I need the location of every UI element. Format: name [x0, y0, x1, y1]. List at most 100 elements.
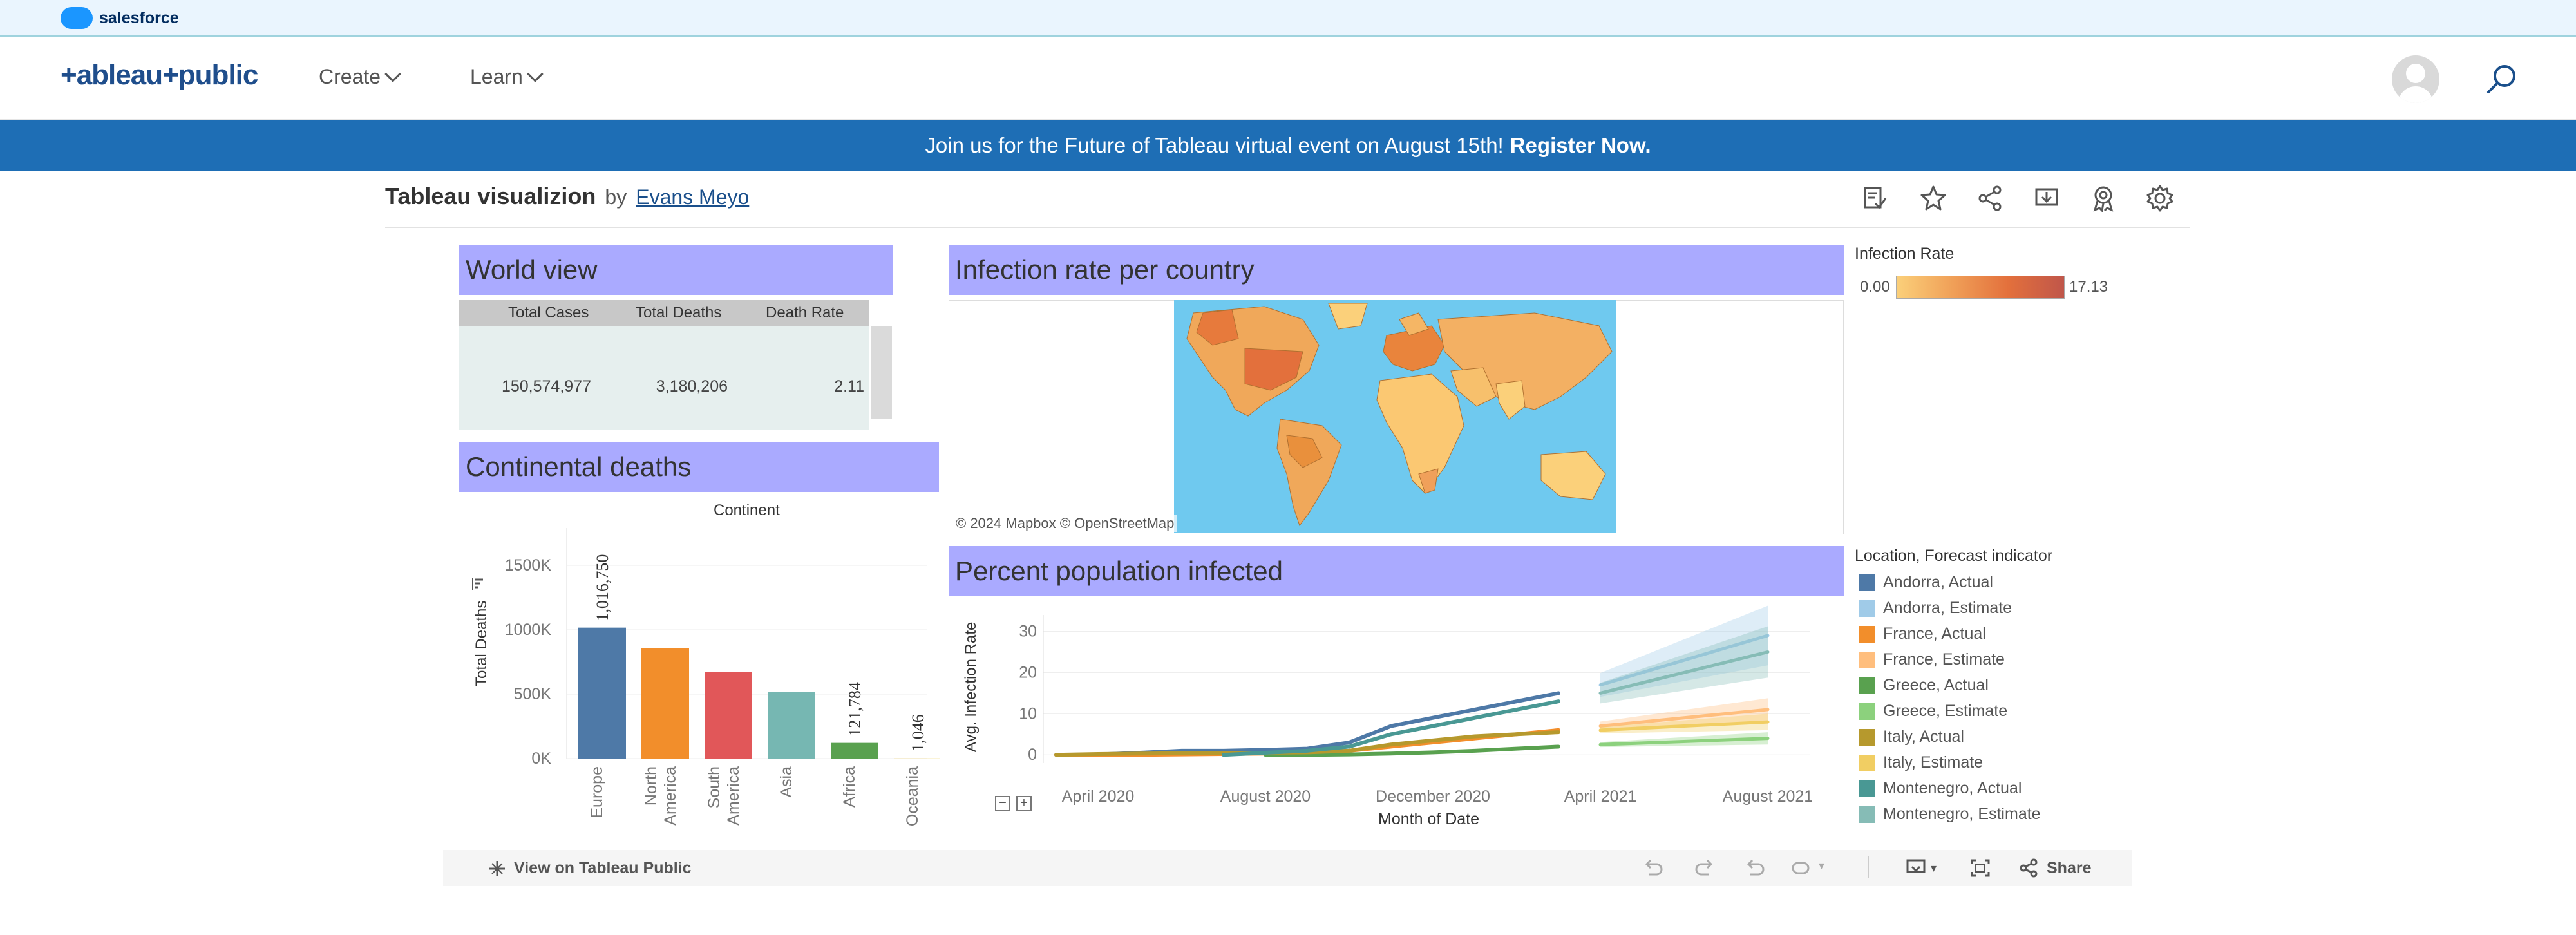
salesforce-bar	[0, 0, 2576, 37]
zoom-in-button[interactable]: +	[1016, 796, 1032, 811]
fullscreen-icon[interactable]	[1969, 858, 1991, 878]
viz-title-row: Tableau visualizion by Evans Meyo	[385, 183, 749, 210]
legend-swatch	[1859, 703, 1875, 720]
chevron-down-icon	[384, 65, 401, 82]
world-map-graphic	[1186, 303, 1613, 527]
redo-icon[interactable]	[1694, 858, 1716, 878]
legend-swatch	[1859, 651, 1875, 668]
legend-label: France, Estimate	[1883, 650, 2005, 668]
x-tick-label: December 2020	[1376, 788, 1490, 806]
x-tick-label: April 2021	[1564, 788, 1637, 806]
infection-rate-title: Infection rate per country	[949, 245, 1844, 295]
continental-deaths-title: Continental deaths	[459, 442, 939, 492]
nav-create[interactable]: Create	[319, 65, 401, 89]
salesforce-cloud-icon	[61, 7, 93, 29]
location-legend-title: Location, Forecast indicator	[1855, 547, 2053, 565]
x-tick-label: Africa	[840, 766, 858, 808]
table-scrollbar[interactable]	[871, 326, 892, 419]
continental-deaths-chart: 1500K1000K500K0K1,016,750Europe North Amer…	[505, 528, 940, 826]
register-now-link[interactable]: Register Now.	[1510, 133, 1651, 158]
user-avatar[interactable]	[2392, 55, 2439, 103]
sort-icon[interactable]	[470, 576, 484, 592]
legend-item[interactable]: Greece, Actual	[1859, 676, 1989, 695]
world-view-header: Total Cases Total Deaths Death Rate	[459, 300, 869, 326]
data-details-icon[interactable]	[1860, 184, 1888, 212]
total-deaths-axis-label: Total Deaths	[473, 600, 490, 686]
series-line-andorra-actual	[1054, 691, 1560, 757]
gear-icon[interactable]	[2146, 184, 2174, 212]
legend-label: Italy, Estimate	[1883, 753, 1984, 771]
y-tick-label: 0	[1028, 746, 1037, 764]
refresh-dropdown-caret[interactable]: ▾	[1819, 859, 1824, 873]
world-map[interactable]	[1174, 300, 1616, 533]
col-total-deaths: Total Deaths	[636, 304, 722, 321]
bar-north-america	[641, 648, 689, 759]
x-tick-label: August 2021	[1723, 788, 1813, 806]
x-tick-label: Oceania	[904, 766, 922, 826]
legend-swatch	[1859, 600, 1875, 617]
refresh-icon[interactable]	[1790, 858, 1812, 878]
nav-create-label: Create	[319, 65, 381, 88]
download-icon[interactable]	[2032, 184, 2061, 212]
divider	[385, 227, 2190, 228]
col-total-cases: Total Cases	[508, 304, 589, 321]
y-tick-label: 500K	[514, 685, 552, 703]
salesforce-logo[interactable]: salesforce	[61, 6, 179, 30]
share-button[interactable]: Share	[2018, 858, 2091, 878]
y-tick-label: 0K	[531, 750, 551, 768]
legend-swatch	[1859, 806, 1875, 823]
legend-swatch	[1859, 574, 1875, 591]
legend-item[interactable]: Andorra, Estimate	[1859, 599, 2012, 618]
zoom-out-button[interactable]: −	[995, 796, 1010, 811]
legend-item[interactable]: Andorra, Actual	[1859, 573, 1993, 592]
world-view-title: World view	[459, 245, 893, 295]
legend-item[interactable]: Italy, Actual	[1859, 728, 1964, 746]
y-tick-label: 1500K	[505, 556, 552, 574]
legend-item[interactable]: Italy, Estimate	[1859, 753, 1983, 772]
legend-label: Italy, Actual	[1883, 728, 1964, 746]
y-tick-label: 1000K	[505, 621, 552, 639]
value-total-cases: 150,574,977	[501, 377, 591, 395]
nav-learn[interactable]: Learn	[470, 65, 544, 89]
tableau-public-logo[interactable]: +ableau+public	[61, 59, 258, 91]
legend-swatch	[1859, 677, 1875, 694]
legend-label: Greece, Actual	[1883, 676, 1989, 694]
legend-item[interactable]: France, Estimate	[1859, 650, 2005, 669]
tableau-icon	[489, 860, 505, 876]
map-credit: © 2024 Mapbox © OpenStreetMap	[953, 515, 1177, 532]
download-menu[interactable]: ▾	[1905, 858, 1937, 878]
legend-swatch	[1859, 728, 1875, 746]
legend-item[interactable]: Montenegro, Actual	[1859, 779, 2022, 798]
search-icon[interactable]	[2485, 62, 2519, 97]
share-icon[interactable]	[1976, 184, 2004, 212]
y-tick-label: 30	[1019, 623, 1037, 641]
undo-icon[interactable]	[1642, 858, 1664, 878]
bar-asia	[768, 692, 815, 759]
author-link[interactable]: Evans Meyo	[636, 185, 749, 209]
nav-learn-label: Learn	[470, 65, 523, 88]
legend-item[interactable]: Montenegro, Estimate	[1859, 805, 2041, 824]
x-tick-label: Europe	[588, 766, 606, 818]
percent-infected-title: Percent population infected	[949, 546, 1844, 596]
x-tick-label: America	[661, 766, 679, 826]
legend-swatch	[1859, 780, 1875, 797]
bar-africa	[831, 742, 878, 759]
x-tick-label: April 2020	[1062, 788, 1135, 806]
value-total-deaths: 3,180,206	[656, 377, 728, 395]
view-on-tableau-public[interactable]: View on Tableau Public	[488, 859, 692, 878]
x-tick-label: Asia	[777, 766, 795, 798]
announcement-banner: Join us for the Future of Tableau virtua…	[0, 120, 2576, 171]
bar-south-america	[705, 672, 752, 759]
legend-label: Montenegro, Actual	[1883, 779, 2022, 797]
avg-infection-rate-axis-label: Avg. Infection Rate	[962, 621, 980, 752]
legend-item[interactable]: Greece, Estimate	[1859, 702, 2007, 721]
favorite-star-icon[interactable]	[1919, 184, 1947, 212]
badge-icon[interactable]	[2089, 184, 2117, 212]
y-tick-label: 10	[1019, 704, 1037, 722]
month-axis-label: Month of Date	[1378, 810, 1480, 828]
salesforce-brand: salesforce	[99, 8, 179, 27]
legend-item[interactable]: France, Actual	[1859, 625, 1986, 643]
legend-max: 17.13	[2069, 278, 2108, 296]
x-tick-label: South	[705, 766, 723, 808]
revert-icon[interactable]	[1744, 858, 1766, 878]
